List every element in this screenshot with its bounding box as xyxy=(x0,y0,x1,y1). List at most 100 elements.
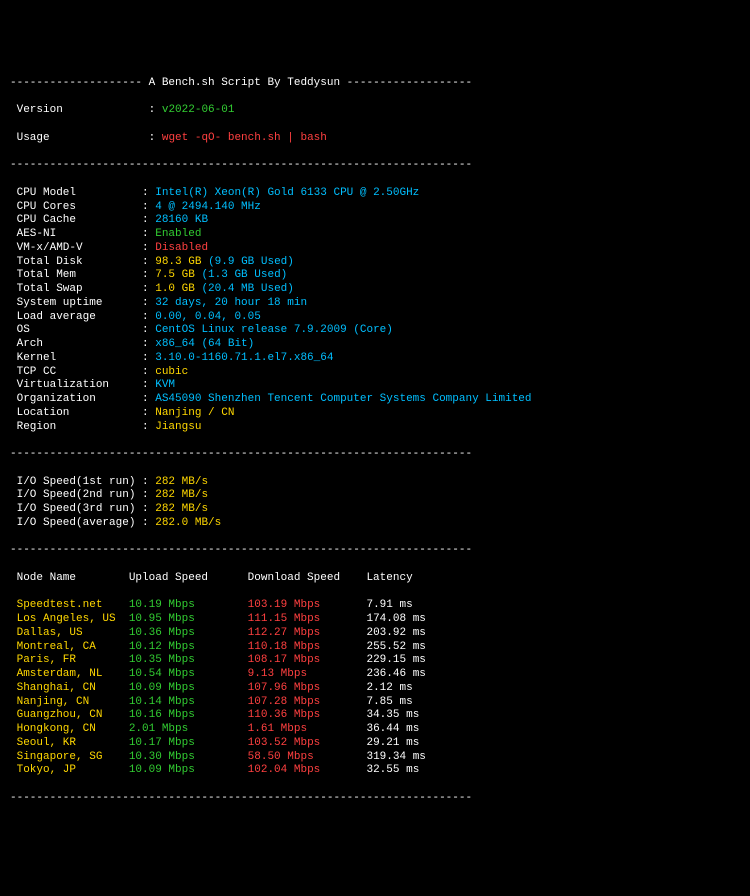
sys-label: Organization xyxy=(10,393,142,405)
net-node: Speedtest.net xyxy=(10,599,129,611)
net-row: Singapore, SG 10.30 Mbps 58.50 Mbps 319.… xyxy=(10,751,740,765)
sys-row: CPU Cache : 28160 KB xyxy=(10,214,740,228)
sys-label: Location xyxy=(10,407,142,419)
io-row: I/O Speed(average) : 282.0 MB/s xyxy=(10,517,740,531)
net-node: Tokyo, JP xyxy=(10,764,129,776)
sys-row: Total Mem : 7.5 GB (1.3 GB Used) xyxy=(10,269,740,283)
sys-row: CPU Cores : 4 @ 2494.140 MHz xyxy=(10,201,740,215)
net-row: Montreal, CA 10.12 Mbps 110.18 Mbps 255.… xyxy=(10,641,740,655)
io-block: I/O Speed(1st run) : 282 MB/s I/O Speed(… xyxy=(10,476,740,531)
sys-label: Load average xyxy=(10,311,142,323)
io-label: I/O Speed(3rd run) xyxy=(10,503,142,515)
net-download: 9.13 Mbps xyxy=(248,668,367,680)
net-row: Hongkong, CN 2.01 Mbps 1.61 Mbps 36.44 m… xyxy=(10,723,740,737)
net-latency: 36.44 ms xyxy=(366,723,419,735)
sys-value: 98.3 GB xyxy=(155,256,201,268)
net-upload: 10.35 Mbps xyxy=(129,654,248,666)
net-node: Nanjing, CN xyxy=(10,696,129,708)
net-row: Shanghai, CN 10.09 Mbps 107.96 Mbps 2.12… xyxy=(10,682,740,696)
net-upload: 10.30 Mbps xyxy=(129,751,248,763)
version-label: Version xyxy=(10,104,142,116)
net-upload: 10.09 Mbps xyxy=(129,764,248,776)
sys-value: 4 @ 2494.140 MHz xyxy=(155,201,261,213)
net-row: Dallas, US 10.36 Mbps 112.27 Mbps 203.92… xyxy=(10,627,740,641)
terminal-output: -------------------- A Bench.sh Script B… xyxy=(10,63,740,819)
sys-value: Enabled xyxy=(155,228,201,240)
net-latency: 29.21 ms xyxy=(366,737,419,749)
net-row: Paris, FR 10.35 Mbps 108.17 Mbps 229.15 … xyxy=(10,654,740,668)
net-row: Nanjing, CN 10.14 Mbps 107.28 Mbps 7.85 … xyxy=(10,696,740,710)
net-latency: 2.12 ms xyxy=(366,682,412,694)
net-download: 103.52 Mbps xyxy=(248,737,367,749)
sys-value: 1.0 GB xyxy=(155,283,195,295)
net-upload: 10.36 Mbps xyxy=(129,627,248,639)
net-upload: 2.01 Mbps xyxy=(129,723,248,735)
sys-label: Total Swap xyxy=(10,283,142,295)
net-download: 111.15 Mbps xyxy=(248,613,367,625)
io-row: I/O Speed(2nd run) : 282 MB/s xyxy=(10,489,740,503)
net-node: Seoul, KR xyxy=(10,737,129,749)
sys-extra: (1.3 GB Used) xyxy=(201,269,287,281)
sys-label: VM-x/AMD-V xyxy=(10,242,142,254)
net-node: Paris, FR xyxy=(10,654,129,666)
usage-line: Usage : wget -qO- bench.sh | bash xyxy=(10,132,740,146)
net-latency: 255.52 ms xyxy=(366,641,425,653)
banner-line: -------------------- A Bench.sh Script B… xyxy=(10,77,740,91)
sys-row: Organization : AS45090 Shenzhen Tencent … xyxy=(10,393,740,407)
sys-label: CPU Cache xyxy=(10,214,142,226)
io-value: 282 MB/s xyxy=(155,476,208,488)
net-latency: 174.08 ms xyxy=(366,613,425,625)
sys-label: Virtualization xyxy=(10,379,142,391)
net-upload: 10.95 Mbps xyxy=(129,613,248,625)
sys-value: Disabled xyxy=(155,242,208,254)
io-label: I/O Speed(1st run) xyxy=(10,476,142,488)
divider: ----------------------------------------… xyxy=(10,544,740,558)
sys-value: AS45090 Shenzhen Tencent Computer System… xyxy=(155,393,531,405)
sys-label: Total Mem xyxy=(10,269,142,281)
sys-value: CentOS Linux release 7.9.2009 (Core) xyxy=(155,324,393,336)
net-node: Montreal, CA xyxy=(10,641,129,653)
sys-label: CPU Model xyxy=(10,187,142,199)
sys-value: cubic xyxy=(155,366,188,378)
usage-label: Usage xyxy=(10,132,142,144)
net-download: 1.61 Mbps xyxy=(248,723,367,735)
net-row: Tokyo, JP 10.09 Mbps 102.04 Mbps 32.55 m… xyxy=(10,764,740,778)
sys-row: Kernel : 3.10.0-1160.71.1.el7.x86_64 xyxy=(10,352,740,366)
net-node: Amsterdam, NL xyxy=(10,668,129,680)
net-download: 58.50 Mbps xyxy=(248,751,367,763)
sys-row: Location : Nanjing / CN xyxy=(10,407,740,421)
net-latency: 203.92 ms xyxy=(366,627,425,639)
version-value: v2022-06-01 xyxy=(162,104,235,116)
io-value: 282 MB/s xyxy=(155,503,208,515)
net-download: 103.19 Mbps xyxy=(248,599,367,611)
sys-extra: (9.9 GB Used) xyxy=(208,256,294,268)
sys-row: Arch : x86_64 (64 Bit) xyxy=(10,338,740,352)
sys-value: KVM xyxy=(155,379,175,391)
sys-value: 32 days, 20 hour 18 min xyxy=(155,297,307,309)
net-latency: 34.35 ms xyxy=(366,709,419,721)
net-upload: 10.14 Mbps xyxy=(129,696,248,708)
sys-label: TCP CC xyxy=(10,366,142,378)
net-node: Dallas, US xyxy=(10,627,129,639)
net-row: Speedtest.net 10.19 Mbps 103.19 Mbps 7.9… xyxy=(10,599,740,613)
net-download: 108.17 Mbps xyxy=(248,654,367,666)
sys-value: 3.10.0-1160.71.1.el7.x86_64 xyxy=(155,352,333,364)
sys-extra: (20.4 MB Used) xyxy=(201,283,293,295)
sys-value: 7.5 GB xyxy=(155,269,195,281)
net-latency: 7.91 ms xyxy=(366,599,412,611)
sys-value: Intel(R) Xeon(R) Gold 6133 CPU @ 2.50GHz xyxy=(155,187,419,199)
io-row: I/O Speed(3rd run) : 282 MB/s xyxy=(10,503,740,517)
io-value: 282 MB/s xyxy=(155,489,208,501)
divider: ----------------------------------------… xyxy=(10,448,740,462)
net-node: Shanghai, CN xyxy=(10,682,129,694)
sys-row: TCP CC : cubic xyxy=(10,366,740,380)
sys-value: 28160 KB xyxy=(155,214,208,226)
net-node: Guangzhou, CN xyxy=(10,709,129,721)
sys-value: Jiangsu xyxy=(155,421,201,433)
sys-row: Virtualization : KVM xyxy=(10,379,740,393)
net-download: 102.04 Mbps xyxy=(248,764,367,776)
sys-label: CPU Cores xyxy=(10,201,142,213)
sys-row: Total Swap : 1.0 GB (20.4 MB Used) xyxy=(10,283,740,297)
net-latency: 32.55 ms xyxy=(366,764,419,776)
net-upload: 10.17 Mbps xyxy=(129,737,248,749)
